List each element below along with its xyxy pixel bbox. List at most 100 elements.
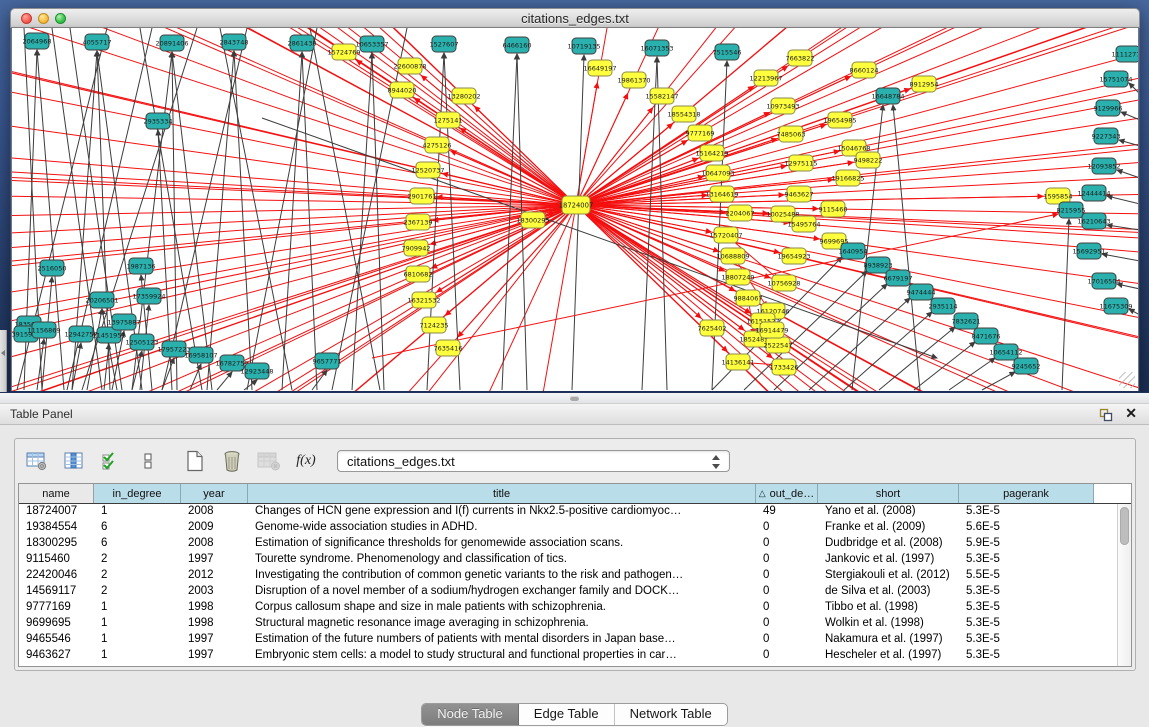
table-cell: 0 [756, 616, 818, 632]
column-header-pagerank[interactable]: pagerank [959, 484, 1094, 503]
table-cell: 5.3E-5 [959, 552, 1094, 568]
float-panel-icon[interactable] [1099, 408, 1113, 422]
column-header-title[interactable]: title [248, 484, 756, 503]
split-divider[interactable] [0, 392, 1149, 404]
network-node-label: 2935114 [929, 302, 958, 310]
network-node-label: 2064968 [23, 37, 52, 45]
table-cell: 1997 [181, 648, 248, 664]
network-edge-black [879, 327, 955, 390]
table-cell: 1 [94, 504, 181, 520]
table-header-row: name in_degree year title △ out_de… shor… [19, 484, 1131, 504]
network-node-label: 19166825 [831, 174, 864, 182]
network-node-label: 12213967 [749, 74, 782, 82]
table-cell: Jankovic et al. (1997) [818, 552, 959, 568]
table-panel-body: f(x) citations_edges.txt name in_degree … [0, 425, 1149, 700]
network-node-label: 2901761 [408, 192, 437, 200]
network-node-label: 16321532 [407, 296, 440, 304]
network-node-label: 7663822 [786, 54, 815, 62]
network-node-label: 8215955 [1057, 206, 1086, 214]
table-row[interactable]: 1872400712008Changes of HCN gene express… [19, 504, 1117, 520]
table-row[interactable]: 1830029562008Estimation of significance … [19, 536, 1117, 552]
show-columns-icon[interactable] [62, 449, 86, 473]
column-header-out-degree[interactable]: △ out_de… [756, 484, 818, 503]
network-node-label: 16914479 [755, 326, 788, 334]
network-node-label: 7515546 [713, 48, 742, 56]
close-panel-icon[interactable]: ✕ [1125, 405, 1137, 422]
network-graph[interactable]: 2064968405571720891406284374828614381065… [12, 28, 1139, 391]
tab-node-table[interactable]: Node Table [422, 704, 519, 725]
network-canvas[interactable]: 2064968405571720891406284374828614381065… [11, 28, 1139, 391]
table-row[interactable]: 977716911998Corpus callosum shape and si… [19, 600, 1117, 616]
network-node-label: 19654923 [777, 252, 810, 260]
network-node-label: 10719135 [567, 42, 600, 50]
table-cell: 0 [756, 536, 818, 552]
table-cell: Franke et al. (2009) [818, 520, 959, 536]
table-cell: Wolkin et al. (1998) [818, 616, 959, 632]
network-node-label: 8471676 [972, 332, 1001, 340]
network-window-titlebar[interactable]: citations_edges.txt [10, 8, 1140, 28]
table-row[interactable]: 946554611997Estimation of the future num… [19, 632, 1117, 648]
table-selector-dropdown[interactable]: citations_edges.txt [337, 450, 730, 472]
table-cell: 2012 [181, 568, 248, 584]
column-header-year[interactable]: year [181, 484, 248, 503]
network-node-label: 9777169 [686, 129, 715, 137]
tab-network-table[interactable]: Network Table [615, 704, 727, 725]
network-node-label: 9657771 [313, 357, 342, 365]
table-row[interactable]: 911546021997Tourette syndrome. Phenomeno… [19, 552, 1117, 568]
node-table: name in_degree year title △ out_de… shor… [18, 483, 1132, 667]
network-node-label: 15046768 [837, 144, 870, 152]
table-row[interactable]: 969969511998Structural magnetic resonanc… [19, 616, 1117, 632]
network-edge-black [234, 51, 252, 390]
function-builder-icon[interactable]: f(x) [294, 449, 318, 473]
table-row[interactable]: 946362711997Embryonic stem cells: a mode… [19, 648, 1117, 664]
canvas-resize-grip[interactable] [1119, 372, 1135, 388]
column-header-short[interactable]: short [818, 484, 959, 503]
table-cell: 5.3E-5 [959, 504, 1094, 520]
table-cell: 9115460 [19, 552, 94, 568]
split-divider-grip[interactable] [570, 396, 579, 401]
table-row[interactable]: 1456911722003Disruption of a novel membe… [19, 584, 1117, 600]
table-panel-box: f(x) citations_edges.txt name in_degree … [14, 438, 1136, 671]
network-node-label: 13164619 [705, 190, 738, 198]
network-node-label: 1527607 [430, 40, 459, 48]
collapsed-panel-handle[interactable] [0, 330, 7, 392]
delete-rows-icon[interactable] [220, 449, 244, 473]
network-node-label: 17359924 [132, 292, 165, 300]
network-node-label: 14136141 [721, 358, 754, 366]
network-node-label: 15720407 [709, 231, 742, 239]
table-row[interactable]: 1938455462009Genome-wide association stu… [19, 520, 1117, 536]
column-header-in-degree[interactable]: in_degree [94, 484, 181, 503]
table-cell: 5.3E-5 [959, 632, 1094, 648]
network-node-label: 15751074 [1099, 75, 1132, 83]
table-mode-icon[interactable] [25, 449, 49, 473]
network-edge-black [1117, 170, 1139, 178]
table-tabs-row: Node Table Edge Table Network Table [0, 700, 1149, 727]
network-node-label: 1640954 [839, 247, 868, 255]
network-node-label: 6679197 [884, 274, 913, 282]
table-scrollbar[interactable] [1117, 504, 1131, 666]
network-node-label: 9498222 [854, 156, 883, 164]
table-cell: 1 [94, 632, 181, 648]
header-filler [1094, 484, 1131, 503]
network-node-label: 12923448 [240, 367, 273, 375]
table-cell: Tourette syndrome. Phenomenology and cla… [248, 552, 756, 568]
network-node-label: 10756928 [767, 279, 800, 287]
select-all-icon[interactable] [99, 449, 123, 473]
tab-edge-table[interactable]: Edge Table [519, 704, 615, 725]
table-cell: Nakamura et al. (1997) [818, 632, 959, 648]
table-cell: 2009 [181, 520, 248, 536]
new-table-icon[interactable] [183, 449, 207, 473]
table-cell: 14569117 [19, 584, 94, 600]
table-toolbar: f(x) citations_edges.txt [15, 439, 1135, 482]
table-cell: 1 [94, 600, 181, 616]
network-node-label: 9129966 [1094, 104, 1123, 112]
table-cell: 19384554 [19, 520, 94, 536]
table-cell: 2 [94, 584, 181, 600]
column-header-name[interactable]: name [19, 484, 94, 503]
table-cell: 0 [756, 584, 818, 600]
row-height-icon[interactable] [136, 449, 160, 473]
scrollbar-thumb[interactable] [1120, 507, 1129, 545]
network-node-label: 4055717 [83, 38, 112, 46]
network-node-label: 15582147 [645, 92, 678, 100]
table-row[interactable]: 2242004622012Investigating the contribut… [19, 568, 1117, 584]
